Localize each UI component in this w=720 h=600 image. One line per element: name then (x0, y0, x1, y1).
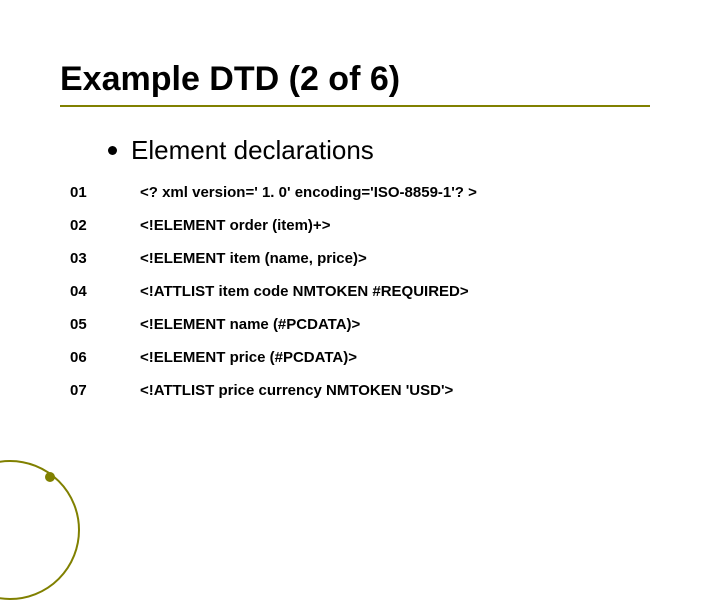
code-row: 07 <!ATTLIST price currency NMTOKEN 'USD… (70, 382, 670, 399)
code-text: <!ELEMENT order (item)+> (140, 217, 330, 234)
line-number: 03 (70, 250, 140, 267)
code-row: 05 <!ELEMENT name (#PCDATA)> (70, 316, 670, 333)
subtitle-row: Element declarations (108, 135, 670, 166)
code-text: <? xml version=' 1. 0' encoding='ISO-885… (140, 184, 477, 201)
line-number: 04 (70, 283, 140, 300)
code-text: <!ELEMENT item (name, price)> (140, 250, 367, 267)
line-number: 05 (70, 316, 140, 333)
code-text: <!ATTLIST price currency NMTOKEN 'USD'> (140, 382, 453, 399)
code-text: <!ELEMENT name (#PCDATA)> (140, 316, 360, 333)
code-row: 01 <? xml version=' 1. 0' encoding='ISO-… (70, 184, 670, 201)
slide-title: Example DTD (2 of 6) (60, 60, 670, 99)
slide: Example DTD (2 of 6) Element declaration… (0, 0, 720, 540)
decorative-dot (45, 472, 55, 482)
code-row: 02 <!ELEMENT order (item)+> (70, 217, 670, 234)
code-text: <!ELEMENT price (#PCDATA)> (140, 349, 357, 366)
code-row: 06 <!ELEMENT price (#PCDATA)> (70, 349, 670, 366)
code-row: 04 <!ATTLIST item code NMTOKEN #REQUIRED… (70, 283, 670, 300)
line-number: 02 (70, 217, 140, 234)
line-number: 06 (70, 349, 140, 366)
code-list: 01 <? xml version=' 1. 0' encoding='ISO-… (70, 184, 670, 399)
bullet-icon (108, 146, 117, 155)
code-row: 03 <!ELEMENT item (name, price)> (70, 250, 670, 267)
title-underline (60, 105, 650, 107)
line-number: 07 (70, 382, 140, 399)
subtitle-text: Element declarations (131, 135, 374, 166)
decorative-circle (0, 460, 80, 600)
code-text: <!ATTLIST item code NMTOKEN #REQUIRED> (140, 283, 469, 300)
line-number: 01 (70, 184, 140, 201)
